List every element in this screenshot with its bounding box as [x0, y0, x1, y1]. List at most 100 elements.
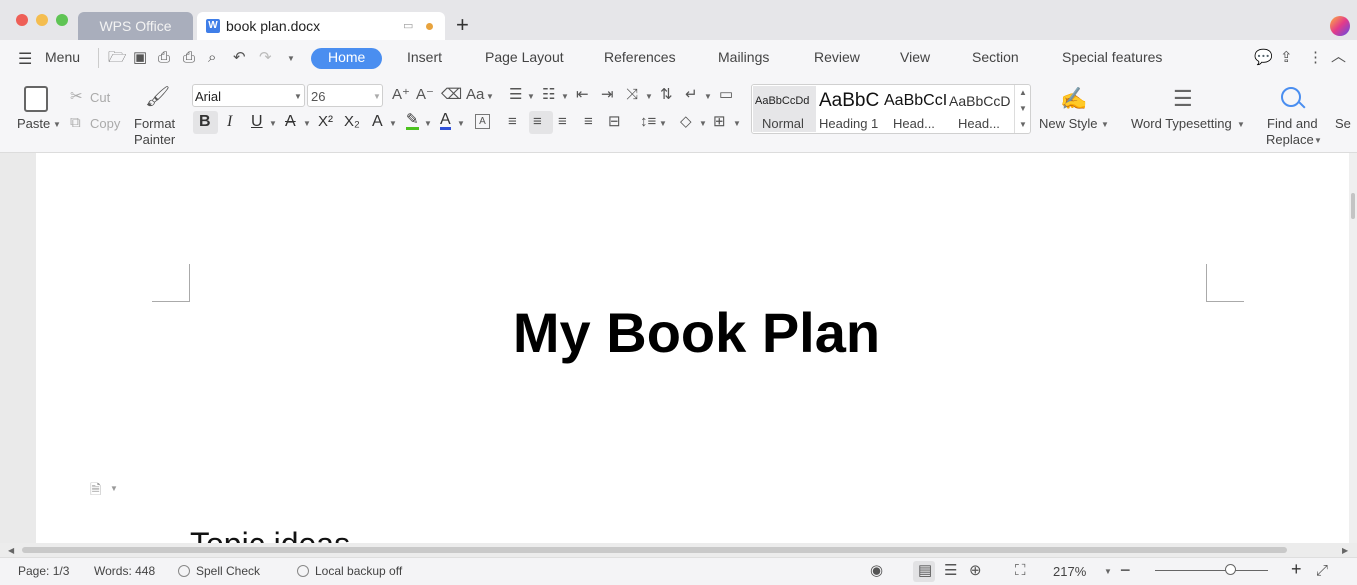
monitor-icon[interactable]: ▭: [403, 19, 413, 32]
tab-document[interactable]: W book plan.docx ▭: [197, 12, 445, 40]
style-heading3-label[interactable]: Head...: [958, 116, 1000, 131]
page-indicator[interactable]: Page: 1/3: [18, 564, 69, 578]
fit-page-icon[interactable]: ⛶: [1015, 563, 1026, 578]
chevron-down-icon[interactable]: ▼: [110, 484, 118, 493]
zoom-out-icon[interactable]: −: [1120, 560, 1131, 581]
superscript-icon[interactable]: X²: [318, 113, 333, 130]
decrease-indent-icon[interactable]: ⇤: [576, 87, 589, 102]
undo-icon[interactable]: ↶: [233, 50, 246, 65]
shading-icon[interactable]: ◇: [680, 114, 692, 129]
underline-icon[interactable]: U: [251, 113, 263, 131]
print-preview-icon[interactable]: ⌕: [208, 50, 216, 65]
chevron-down-icon[interactable]: ▼: [457, 119, 465, 128]
tab-wps-office[interactable]: WPS Office: [78, 12, 193, 40]
new-style-button[interactable]: New Style: [1039, 116, 1098, 131]
quick-access-dropdown-icon[interactable]: ▼: [287, 54, 295, 63]
tab-insert[interactable]: Insert: [407, 49, 442, 65]
scroll-down-icon[interactable]: ▼: [1019, 104, 1027, 113]
copy-button[interactable]: Copy: [90, 116, 120, 131]
borders-icon[interactable]: ⊞: [713, 114, 726, 129]
page-view-icon[interactable]: ▤: [918, 563, 932, 578]
highlight-icon[interactable]: ✎: [406, 112, 419, 130]
bold-icon[interactable]: B: [199, 113, 211, 131]
align-center-icon[interactable]: ≡: [533, 114, 542, 129]
document-heading-partial[interactable]: Topic ideas: [190, 526, 350, 543]
outline-view-icon[interactable]: ☰: [944, 563, 957, 578]
increase-indent-icon[interactable]: ⇥: [601, 87, 614, 102]
character-border-icon[interactable]: A: [475, 114, 490, 129]
format-painter-label-1[interactable]: Format: [134, 116, 175, 131]
format-painter-label-2[interactable]: Painter: [134, 132, 175, 147]
web-view-icon[interactable]: ⊕: [969, 563, 982, 578]
font-name-dropdown[interactable]: Arial ▼: [192, 84, 305, 107]
numbering-icon[interactable]: ☷: [542, 87, 555, 102]
sort-icon[interactable]: ⇅: [660, 87, 673, 102]
find-replace-icon[interactable]: [1281, 87, 1301, 107]
backup-status[interactable]: Local backup off: [315, 564, 402, 578]
chevron-down-icon[interactable]: ▼: [424, 119, 432, 128]
font-color-icon[interactable]: A: [440, 112, 451, 130]
chinese-layout-icon[interactable]: ⤨: [626, 87, 638, 102]
minimize-window-button[interactable]: [36, 14, 48, 26]
style-normal-preview[interactable]: AaBbCcDd: [755, 95, 809, 107]
account-avatar-icon[interactable]: [1330, 16, 1350, 36]
chevron-down-icon[interactable]: ▼: [561, 92, 569, 101]
text-effect-icon[interactable]: A: [372, 113, 383, 131]
zoom-dropdown-icon[interactable]: ▼: [1104, 567, 1112, 576]
tab-references[interactable]: References: [604, 49, 676, 65]
select-button-partial[interactable]: Se: [1335, 116, 1351, 131]
line-spacing-icon[interactable]: ↕≡: [640, 114, 656, 129]
shrink-font-icon[interactable]: A⁻: [416, 87, 434, 102]
find-replace-label-1[interactable]: Find and: [1267, 116, 1318, 131]
fullscreen-icon[interactable]: ⤢: [1316, 563, 1328, 578]
tab-review[interactable]: Review: [814, 49, 860, 65]
zoom-level[interactable]: 217%: [1053, 564, 1086, 579]
redo-icon[interactable]: ↷: [259, 50, 272, 65]
chevron-down-icon[interactable]: ▼: [733, 119, 741, 128]
chevron-down-icon[interactable]: ▼: [1314, 136, 1322, 145]
cut-button[interactable]: Cut: [90, 90, 110, 105]
style-heading1-preview[interactable]: AaBbC: [819, 90, 879, 112]
clear-format-icon[interactable]: ⌫: [441, 87, 462, 102]
chevron-down-icon[interactable]: ▼: [303, 119, 311, 128]
print-icon[interactable]: ⎙: [183, 50, 195, 65]
paragraph-options-icon[interactable]: 🗎: [90, 479, 101, 503]
open-folder-icon[interactable]: 🗁: [108, 50, 127, 65]
distribute-icon[interactable]: ⊟: [608, 114, 621, 129]
collapse-ribbon-icon[interactable]: ︿: [1331, 49, 1346, 64]
paste-button[interactable]: Paste: [17, 116, 50, 131]
subscript-icon[interactable]: X₂: [344, 113, 360, 130]
tab-home[interactable]: Home: [328, 49, 365, 65]
close-window-button[interactable]: [16, 14, 28, 26]
new-tab-button[interactable]: +: [456, 12, 469, 38]
font-size-dropdown[interactable]: 26 ▼: [307, 84, 383, 107]
paste-dropdown-icon[interactable]: ▼: [53, 120, 61, 129]
zoom-slider-thumb[interactable]: [1225, 564, 1236, 575]
chevron-down-icon[interactable]: ▼: [1101, 120, 1109, 129]
word-typesetting-icon[interactable]: ☰: [1173, 86, 1193, 112]
scroll-up-icon[interactable]: ▲: [1019, 88, 1027, 97]
change-case-icon[interactable]: Aa: [466, 87, 484, 102]
spell-check-button[interactable]: Spell Check: [196, 564, 260, 578]
chevron-down-icon[interactable]: ▼: [527, 92, 535, 101]
tab-mailings[interactable]: Mailings: [718, 49, 769, 65]
scroll-left-icon[interactable]: ◀: [8, 546, 14, 555]
chevron-down-icon[interactable]: ▼: [389, 119, 397, 128]
justify-icon[interactable]: ≡: [584, 114, 593, 129]
save-icon[interactable]: ▣: [133, 50, 147, 65]
align-right-icon[interactable]: ≡: [558, 114, 567, 129]
eye-protection-icon[interactable]: ◉: [870, 563, 883, 578]
align-left-icon[interactable]: ≡: [508, 114, 517, 129]
scroll-right-icon[interactable]: ▶: [1342, 546, 1348, 555]
bullets-icon[interactable]: ☰: [509, 87, 522, 102]
zoom-in-icon[interactable]: +: [1291, 559, 1302, 580]
style-heading3-preview[interactable]: AaBbCcD: [949, 93, 1010, 109]
grow-font-icon[interactable]: A⁺: [392, 87, 410, 102]
tab-section[interactable]: Section: [972, 49, 1019, 65]
chevron-down-icon[interactable]: ▼: [659, 119, 667, 128]
paste-icon[interactable]: [24, 86, 48, 112]
tab-special-features[interactable]: Special features: [1062, 49, 1162, 65]
style-heading2-label[interactable]: Head...: [893, 116, 935, 131]
hamburger-icon[interactable]: ☰: [18, 49, 32, 69]
expand-styles-icon[interactable]: ▼: [1019, 120, 1027, 129]
